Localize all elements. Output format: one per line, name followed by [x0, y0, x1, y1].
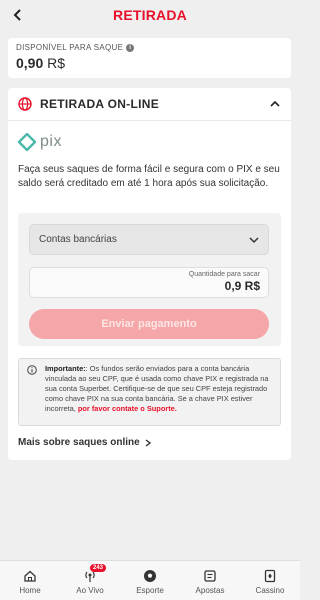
info-circle-icon — [27, 365, 37, 375]
notice-title: Importante: — [45, 364, 86, 373]
amount-value[interactable]: 0,9 R$ — [38, 279, 260, 293]
nav-home[interactable]: Home — [0, 561, 60, 600]
amount-field[interactable]: Quantidade para sacar 0,9 R$ — [29, 267, 269, 298]
balance-label: DISPONÍVEL PARA SAQUE — [16, 43, 124, 52]
section-description: Faça seus saques de forma fácil e segura… — [18, 164, 280, 189]
pix-logo-text: pix — [40, 133, 62, 150]
header: RETIRADA — [0, 0, 300, 30]
chevron-up-icon[interactable] — [269, 98, 281, 110]
withdraw-form: Contas bancárias Quantidade para sacar 0… — [18, 213, 281, 346]
nav-sport-label: Esporte — [136, 586, 164, 595]
chevron-left-icon — [13, 9, 21, 21]
soccer-ball-icon — [144, 570, 156, 582]
important-notice: Importante:: Os fundos serão enviados pa… — [18, 358, 281, 426]
balance-amount: 0,90 — [16, 55, 44, 71]
nav-casino-label: Cassino — [255, 586, 285, 595]
section-title: RETIRADA ON-LINE — [40, 97, 160, 111]
nav-casino[interactable]: Cassino — [240, 561, 300, 600]
submit-payment-button[interactable]: Enviar pagamento — [29, 309, 269, 339]
nav-live-label: Ao Vivo — [76, 586, 104, 595]
chevron-right-icon — [145, 438, 151, 447]
balance-value: 0,90 R$ — [16, 55, 283, 71]
pix-logo: pix — [18, 133, 62, 151]
bottom-nav: Home 243 Ao Vivo Esporte Apostas Cassino — [0, 560, 300, 600]
nav-live[interactable]: 243 Ao Vivo — [60, 561, 120, 600]
globe-icon — [18, 97, 32, 111]
page-title: RETIRADA — [113, 7, 187, 23]
bank-account-select[interactable]: Contas bancárias — [29, 224, 269, 255]
nav-bets[interactable]: Apostas — [180, 561, 240, 600]
pix-diamond-icon — [18, 133, 36, 151]
more-about-withdrawals-link[interactable]: Mais sobre saques online — [18, 437, 152, 448]
back-button[interactable] — [8, 5, 28, 25]
casino-card-icon — [264, 569, 276, 583]
nav-home-label: Home — [19, 586, 41, 595]
nav-bets-label: Apostas — [195, 586, 225, 595]
nav-sport[interactable]: Esporte — [120, 561, 180, 600]
balance-card: DISPONÍVEL PARA SAQUE i 0,90 R$ — [8, 38, 291, 78]
betslip-icon — [204, 570, 216, 582]
support-link[interactable]: por favor contate o Suporte. — [78, 404, 177, 413]
amount-label: Quantidade para sacar — [188, 271, 260, 278]
balance-currency: R$ — [47, 55, 66, 71]
section-header[interactable]: RETIRADA ON-LINE — [8, 88, 291, 121]
balance-label-row: DISPONÍVEL PARA SAQUE i — [16, 43, 283, 52]
bank-account-select-value: Contas bancárias — [39, 234, 117, 245]
more-link-label: Mais sobre saques online — [18, 437, 140, 448]
live-count-badge: 243 — [90, 564, 107, 572]
withdrawal-card: RETIRADA ON-LINE pix Faça seus saques de… — [8, 88, 291, 460]
chevron-down-icon — [249, 236, 259, 243]
home-icon — [24, 570, 36, 582]
info-icon[interactable]: i — [126, 43, 135, 52]
